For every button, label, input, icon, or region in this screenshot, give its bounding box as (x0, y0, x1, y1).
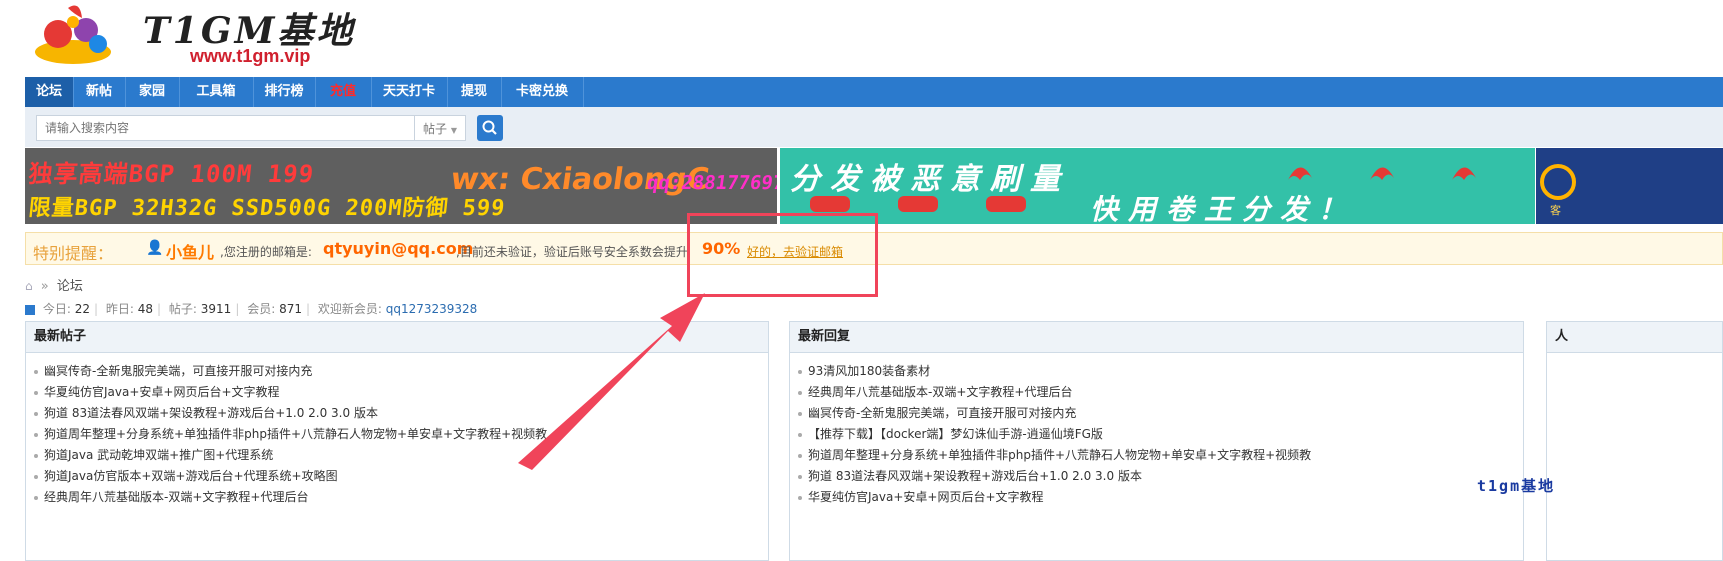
list-item[interactable]: 幽冥传奇-全新鬼服完美端，可直接开服可对接内充 (34, 361, 768, 382)
list-item[interactable]: 狗道 83道法春风双端+架设教程+游戏后台+1.0 2.0 3.0 版本 (798, 466, 1523, 487)
ad-banner3-text: 客 (1550, 204, 1561, 217)
stats-today-label: 今日: (42, 302, 71, 316)
list-item[interactable]: 狗道Java 武动乾坤双端+推广图+代理系统 (34, 445, 768, 466)
notice-email: qtyuyin@qq.com (323, 239, 474, 258)
search-input[interactable] (36, 115, 429, 141)
nav-new-posts[interactable]: 新帖 (73, 77, 126, 107)
list-item[interactable]: 华夏纯仿官Java+安卓+网页后台+文字教程 (798, 487, 1523, 508)
search-icon (482, 120, 497, 135)
list-item[interactable]: 经典周年八荒基础版本-双端+文字教程+代理后台 (34, 487, 768, 508)
list-item[interactable]: 华夏纯仿官Java+安卓+网页后台+文字教程 (34, 382, 768, 403)
search-type-select[interactable]: 帖子 ▼ (414, 115, 466, 141)
ad-banner-qq: qq:2881776972 (645, 172, 777, 194)
breadcrumb-current[interactable]: 论坛 (57, 279, 83, 294)
site-logo[interactable]: T1GM基地 www.t1gm.vip (28, 0, 358, 72)
nav-toolbox[interactable]: 工具箱 (179, 77, 254, 107)
stats-yesterday: 48 (137, 302, 154, 316)
breadcrumb: ⌂ » 论坛 (25, 275, 83, 294)
ad-banner-line1: 独享高端BGP 100M 199 (27, 160, 316, 188)
stats-posts-label: 帖子: (168, 302, 197, 316)
search-type-label: 帖子 (423, 122, 448, 136)
list-item[interactable]: 93清风加180装备素材 (798, 361, 1523, 382)
main-nav: 论坛 新帖 家园 工具箱 排行榜 充值 天天打卡 提现 卡密兑换 (25, 77, 1723, 107)
notice-text1: ,您注册的邮箱是: (220, 245, 312, 259)
nav-ranking[interactable]: 排行榜 (253, 77, 316, 107)
nav-redeem[interactable]: 卡密兑换 (501, 77, 584, 107)
list-item[interactable]: 狗道Java仿官版本+双端+游戏后台+代理系统+攻略图 (34, 466, 768, 487)
latest-posts-title: 最新帖子 (26, 322, 768, 353)
nav-forum[interactable]: 论坛 (25, 77, 74, 107)
forum-stats: 今日: 22 | 昨日: 48 | 帖子: 3911 | 会员: 871 | 欢迎新会员… (25, 300, 477, 317)
flame-icons (810, 167, 1476, 212)
nav-home[interactable]: 家园 (125, 77, 180, 107)
stats-welcome-label: 欢迎新会员: (317, 302, 382, 316)
home-icon[interactable]: ⌂ (25, 279, 33, 293)
list-item[interactable]: 狗道 83道法春风双端+架设教程+游戏后台+1.0 2.0 3.0 版本 (34, 403, 768, 424)
ad-banner-partial[interactable]: 客 (1536, 148, 1723, 224)
logo-url: www.t1gm.vip (190, 46, 311, 66)
stats-members: 871 (279, 302, 302, 316)
list-item[interactable]: 狗道周年整理+分身系统+单独插件非php插件+八荒静石人物宠物+单安卓+文字教程… (798, 445, 1523, 466)
nav-recharge[interactable]: 充值 (315, 77, 372, 107)
list-item[interactable]: 幽冥传奇-全新鬼服完美端，可直接开服可对接内充 (798, 403, 1523, 424)
stats-new-member[interactable]: qq1273239328 (386, 302, 478, 316)
nav-checkin[interactable]: 天天打卡 (371, 77, 448, 107)
search-button[interactable] (477, 115, 503, 141)
search-bar: 帖子 ▼ (25, 107, 1723, 147)
logo-mascot-icon (35, 5, 111, 64)
list-item[interactable]: 经典周年八荒基础版本-双端+文字教程+代理后台 (798, 382, 1523, 403)
third-panel: 人 (1546, 321, 1723, 561)
stats-posts: 3911 (200, 302, 232, 316)
ad-banner-line2: 限量BGP 32H32G SSD500G 200M防御 599 (27, 196, 507, 221)
list-item[interactable]: 【推荐下载】【docker端】梦幻诛仙手游-逍遥仙境FG版 (798, 424, 1523, 445)
notice-text2: ,目前还未验证，验证后账号安全系数会提升 (456, 245, 688, 259)
ad-banner-server[interactable]: 独享高端BGP 100M 199 限量BGP 32H32G SSD500G 20… (25, 148, 777, 224)
latest-posts-panel: 最新帖子 幽冥传奇-全新鬼服完美端，可直接开服可对接内充 华夏纯仿官Java+安… (25, 321, 769, 561)
latest-replies-panel: 最新回复 93清风加180装备素材 经典周年八荒基础版本-双端+文字教程+代理后… (789, 321, 1524, 561)
nav-withdraw[interactable]: 提现 (447, 77, 502, 107)
latest-replies-title: 最新回复 (790, 322, 1523, 353)
notice-username[interactable]: 小鱼儿 (166, 239, 214, 263)
stats-members-label: 会员: (247, 302, 276, 316)
watermark: t1gm基地 (1477, 477, 1556, 495)
user-icon: 👤 (146, 240, 164, 256)
caret-down-icon: ▼ (450, 126, 457, 135)
stats-chart-icon (25, 304, 35, 315)
third-panel-title: 人 (1547, 322, 1722, 353)
annotation-highlight-box (687, 213, 878, 297)
notice-title: 特别提醒： (33, 244, 114, 263)
stats-today: 22 (74, 302, 90, 316)
ad-banner-distribution[interactable]: 分发被恶意刷量 快用卷王分发！ (780, 148, 1535, 224)
stats-yesterday-label: 昨日: (105, 302, 134, 316)
breadcrumb-sep: » (40, 279, 49, 294)
list-item[interactable]: 狗道周年整理+分身系统+单独插件非php插件+八荒静石人物宠物+单安卓+文字教程… (34, 424, 768, 445)
